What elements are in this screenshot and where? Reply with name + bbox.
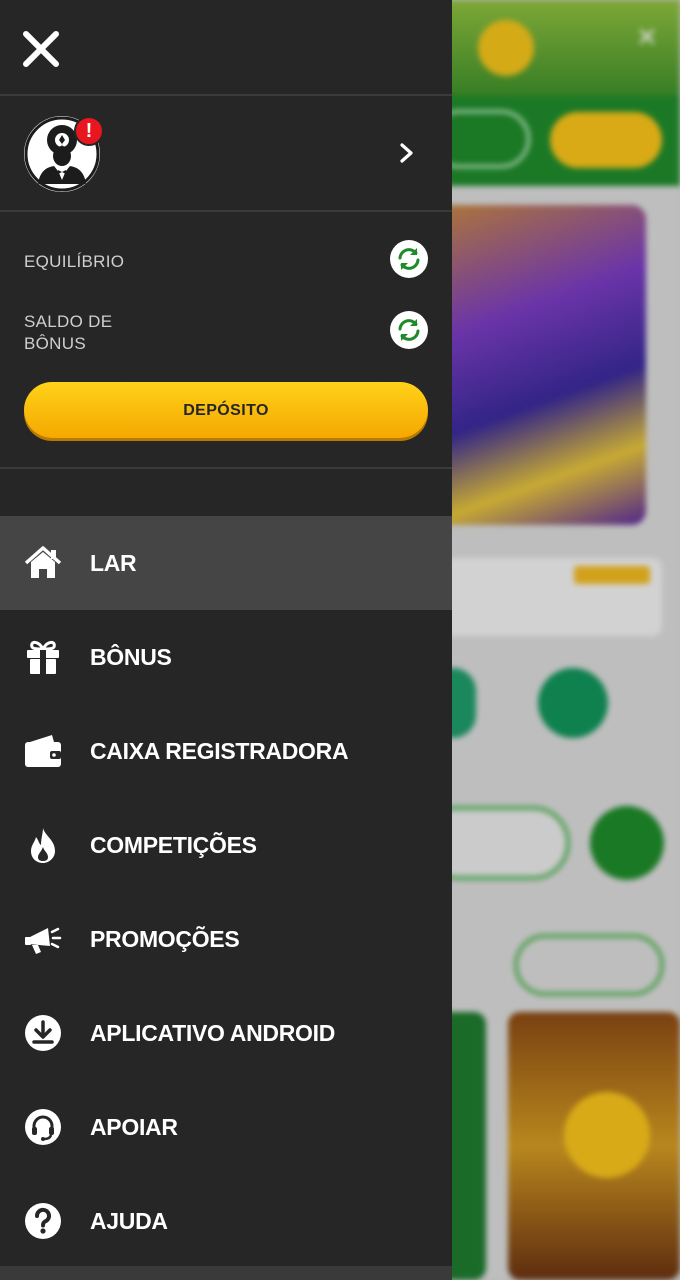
refresh-icon <box>398 248 420 270</box>
balance-label: EQUILÍBRIO <box>24 252 125 271</box>
download-icon <box>25 1015 61 1051</box>
menu-label: CAIXA REGISTRADORA <box>90 738 349 764</box>
profile-row[interactable]: ! <box>0 96 452 210</box>
headset-icon <box>25 1109 61 1145</box>
wallet-icon <box>25 735 61 767</box>
refresh-icon <box>398 319 420 341</box>
help-icon <box>25 1203 61 1239</box>
menu-item-android-app[interactable]: APLICATIVO ANDROID <box>0 986 452 1080</box>
chevron-right-icon[interactable] <box>396 142 418 164</box>
home-icon <box>24 546 62 578</box>
gift-icon <box>27 640 59 674</box>
menu-label: AJUDA <box>90 1208 168 1234</box>
menu-item-cashier[interactable]: CAIXA REGISTRADORA <box>0 704 452 798</box>
bonus-balance-label-line1: SALDO DE <box>24 312 113 331</box>
bonus-balance-label: SALDO DE BÔNUS <box>24 311 112 355</box>
alert-badge: ! <box>74 116 104 146</box>
drawer-bottom-edge <box>0 1266 452 1280</box>
close-icon[interactable] <box>20 28 62 70</box>
menu-item-help[interactable]: AJUDA <box>0 1174 452 1268</box>
divider <box>0 467 452 469</box>
menu-label: COMPETIÇÕES <box>90 832 257 858</box>
menu-label: PROMOÇÕES <box>90 926 240 952</box>
divider <box>0 210 452 212</box>
menu-label: LAR <box>90 550 137 576</box>
menu-label: BÔNUS <box>90 644 172 670</box>
menu-item-bonus[interactable]: BÔNUS <box>0 610 452 704</box>
menu-label: APLICATIVO ANDROID <box>90 1020 336 1046</box>
menu-item-home[interactable]: LAR <box>0 516 452 610</box>
refresh-balance-button[interactable] <box>390 240 428 278</box>
bonus-balance-label-line2: BÔNUS <box>24 334 86 353</box>
menu-item-support[interactable]: APOIAR <box>0 1080 452 1174</box>
menu-label: APOIAR <box>90 1114 178 1140</box>
menu-item-competitions[interactable]: COMPETIÇÕES <box>0 798 452 892</box>
menu-item-promotions[interactable]: PROMOÇÕES <box>0 892 452 986</box>
deposit-button[interactable]: DEPÓSITO <box>24 382 428 438</box>
refresh-bonus-button[interactable] <box>390 311 428 349</box>
megaphone-icon <box>25 927 62 954</box>
fire-icon <box>31 828 55 863</box>
side-drawer: ! EQUILÍBRIO SALDO DE BÔNUS DEPÓSITO LAR… <box>0 0 452 1280</box>
